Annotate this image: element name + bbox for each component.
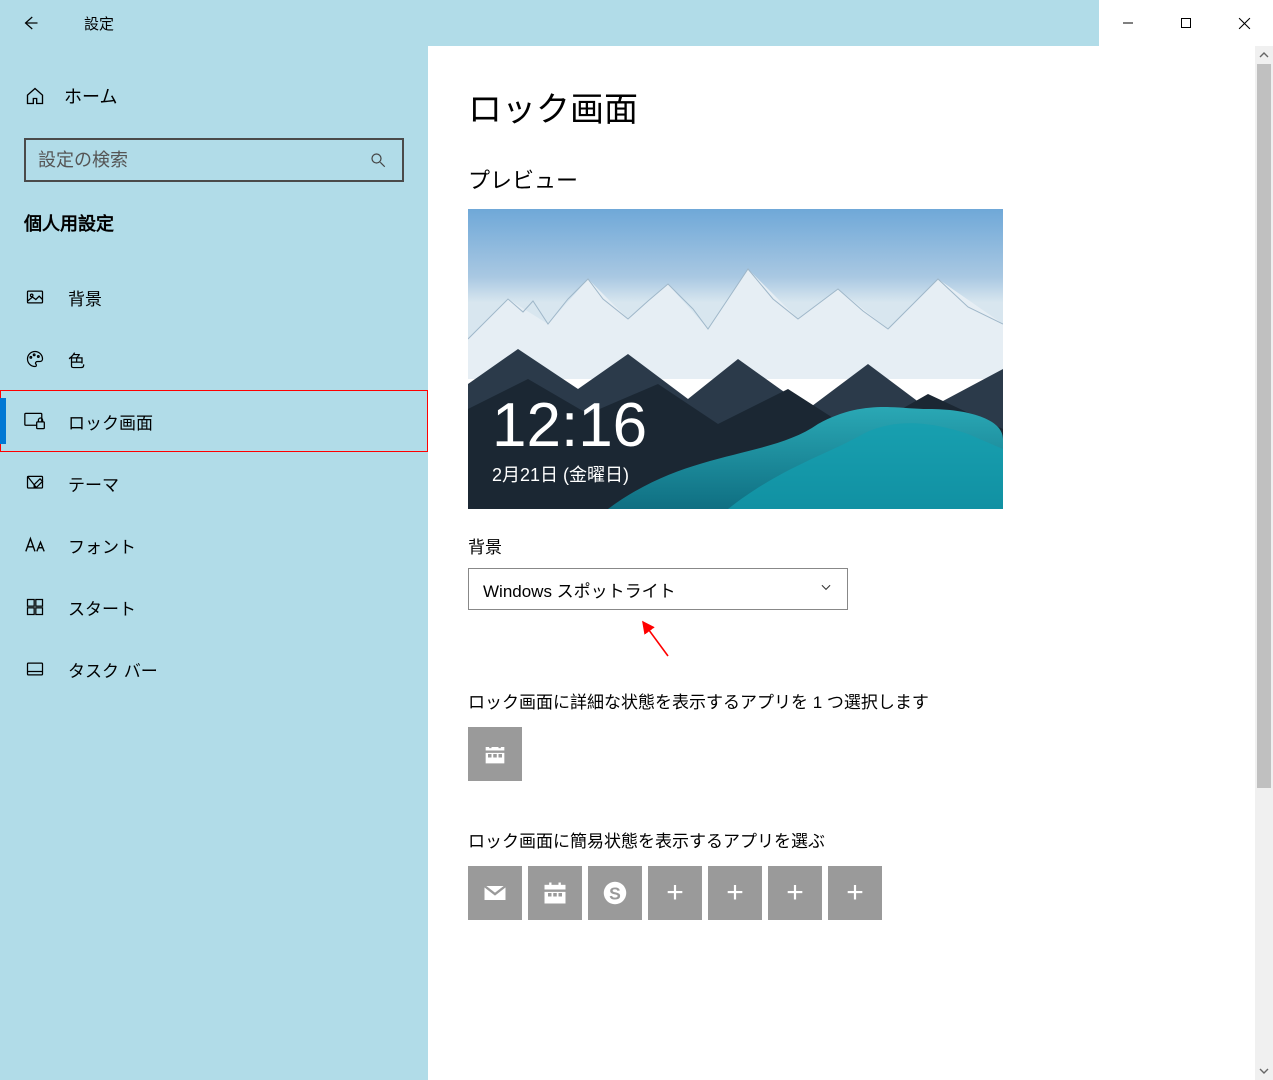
dropdown-value: Windows スポットライト bbox=[483, 577, 676, 602]
theme-icon bbox=[24, 472, 46, 494]
scrollbar-down-button[interactable] bbox=[1255, 1062, 1273, 1080]
mail-icon bbox=[481, 879, 509, 907]
annotation-arrow bbox=[468, 618, 848, 668]
search-field[interactable] bbox=[38, 150, 366, 171]
plus-icon: + bbox=[726, 876, 744, 910]
sidebar-item-label: ロック画面 bbox=[68, 409, 153, 434]
background-field-label: 背景 bbox=[468, 533, 1215, 558]
detailed-status-app-tile[interactable] bbox=[468, 727, 522, 781]
skype-icon: S bbox=[600, 878, 630, 908]
sidebar-item-taskbar[interactable]: タスク バー bbox=[0, 638, 428, 700]
quick-status-tile-add[interactable]: + bbox=[768, 866, 822, 920]
preview-heading: プレビュー bbox=[468, 163, 1215, 195]
quick-status-tile-calendar[interactable] bbox=[528, 866, 582, 920]
plus-icon: + bbox=[666, 876, 684, 910]
chevron-down-icon bbox=[1259, 1066, 1269, 1076]
sidebar-item-colors[interactable]: 色 bbox=[0, 328, 428, 390]
quick-status-tile-mail[interactable] bbox=[468, 866, 522, 920]
sidebar-item-label: 背景 bbox=[68, 285, 102, 310]
preview-clock: 12:16 bbox=[492, 395, 647, 457]
taskbar-icon bbox=[24, 658, 46, 680]
sidebar-item-label: 色 bbox=[68, 347, 85, 372]
close-icon bbox=[1238, 17, 1251, 30]
titlebar: 設定 bbox=[0, 0, 1273, 46]
font-icon bbox=[24, 534, 46, 556]
page-title: ロック画面 bbox=[468, 82, 1215, 131]
quick-status-tiles: S + + + + bbox=[468, 866, 1215, 920]
lock-screen-icon bbox=[24, 410, 46, 432]
quick-status-tile-skype[interactable]: S bbox=[588, 866, 642, 920]
preview-date: 2月21日 (金曜日) bbox=[492, 461, 647, 487]
sidebar-item-background[interactable]: 背景 bbox=[0, 266, 428, 328]
sidebar-item-label: テーマ bbox=[68, 471, 119, 496]
lock-screen-preview: 12:16 2月21日 (金曜日) bbox=[468, 209, 1003, 509]
window-controls bbox=[1099, 0, 1273, 46]
home-button[interactable]: ホーム bbox=[0, 70, 428, 122]
chevron-up-icon bbox=[1259, 50, 1269, 60]
vertical-scrollbar[interactable] bbox=[1255, 46, 1273, 1080]
sidebar-item-start[interactable]: スタート bbox=[0, 576, 428, 638]
quick-status-tile-add[interactable]: + bbox=[648, 866, 702, 920]
calendar-icon bbox=[541, 879, 569, 907]
home-icon bbox=[24, 85, 46, 107]
palette-icon bbox=[24, 348, 46, 370]
picture-icon bbox=[24, 286, 46, 308]
chevron-down-icon bbox=[819, 579, 833, 599]
calendar-icon bbox=[481, 740, 509, 768]
sidebar-nav: 背景 色 ロック画面 bbox=[0, 266, 428, 700]
scrollbar-up-button[interactable] bbox=[1255, 46, 1273, 64]
quick-status-tile-add[interactable]: + bbox=[828, 866, 882, 920]
maximize-icon bbox=[1180, 17, 1192, 29]
search-input[interactable] bbox=[24, 138, 404, 182]
sidebar-item-fonts[interactable]: フォント bbox=[0, 514, 428, 576]
start-icon bbox=[24, 596, 46, 618]
detailed-status-label: ロック画面に詳細な状態を表示するアプリを 1 つ選択します bbox=[468, 688, 1215, 713]
window-title: 設定 bbox=[84, 13, 114, 34]
scrollbar-thumb[interactable] bbox=[1257, 64, 1271, 788]
sidebar-section-title: 個人用設定 bbox=[0, 182, 428, 250]
minimize-icon bbox=[1122, 17, 1134, 29]
quick-status-tile-add[interactable]: + bbox=[708, 866, 762, 920]
back-button[interactable] bbox=[0, 0, 60, 46]
sidebar-item-label: フォント bbox=[68, 533, 136, 558]
plus-icon: + bbox=[846, 876, 864, 910]
svg-text:S: S bbox=[609, 883, 621, 903]
background-dropdown[interactable]: Windows スポットライト bbox=[468, 568, 848, 610]
sidebar: ホーム 個人用設定 背景 bbox=[0, 46, 428, 1080]
minimize-button[interactable] bbox=[1099, 0, 1157, 46]
close-button[interactable] bbox=[1215, 0, 1273, 46]
arrow-left-icon bbox=[21, 14, 39, 32]
sidebar-item-label: タスク バー bbox=[68, 657, 158, 682]
sidebar-item-themes[interactable]: テーマ bbox=[0, 452, 428, 514]
sidebar-item-lock-screen[interactable]: ロック画面 bbox=[0, 390, 428, 452]
home-label: ホーム bbox=[64, 83, 117, 109]
main-content: ロック画面 プレビュー bbox=[428, 46, 1255, 1080]
maximize-button[interactable] bbox=[1157, 0, 1215, 46]
search-icon bbox=[366, 151, 390, 169]
plus-icon: + bbox=[786, 876, 804, 910]
sidebar-item-label: スタート bbox=[68, 595, 136, 620]
quick-status-label: ロック画面に簡易状態を表示するアプリを選ぶ bbox=[468, 827, 1215, 852]
